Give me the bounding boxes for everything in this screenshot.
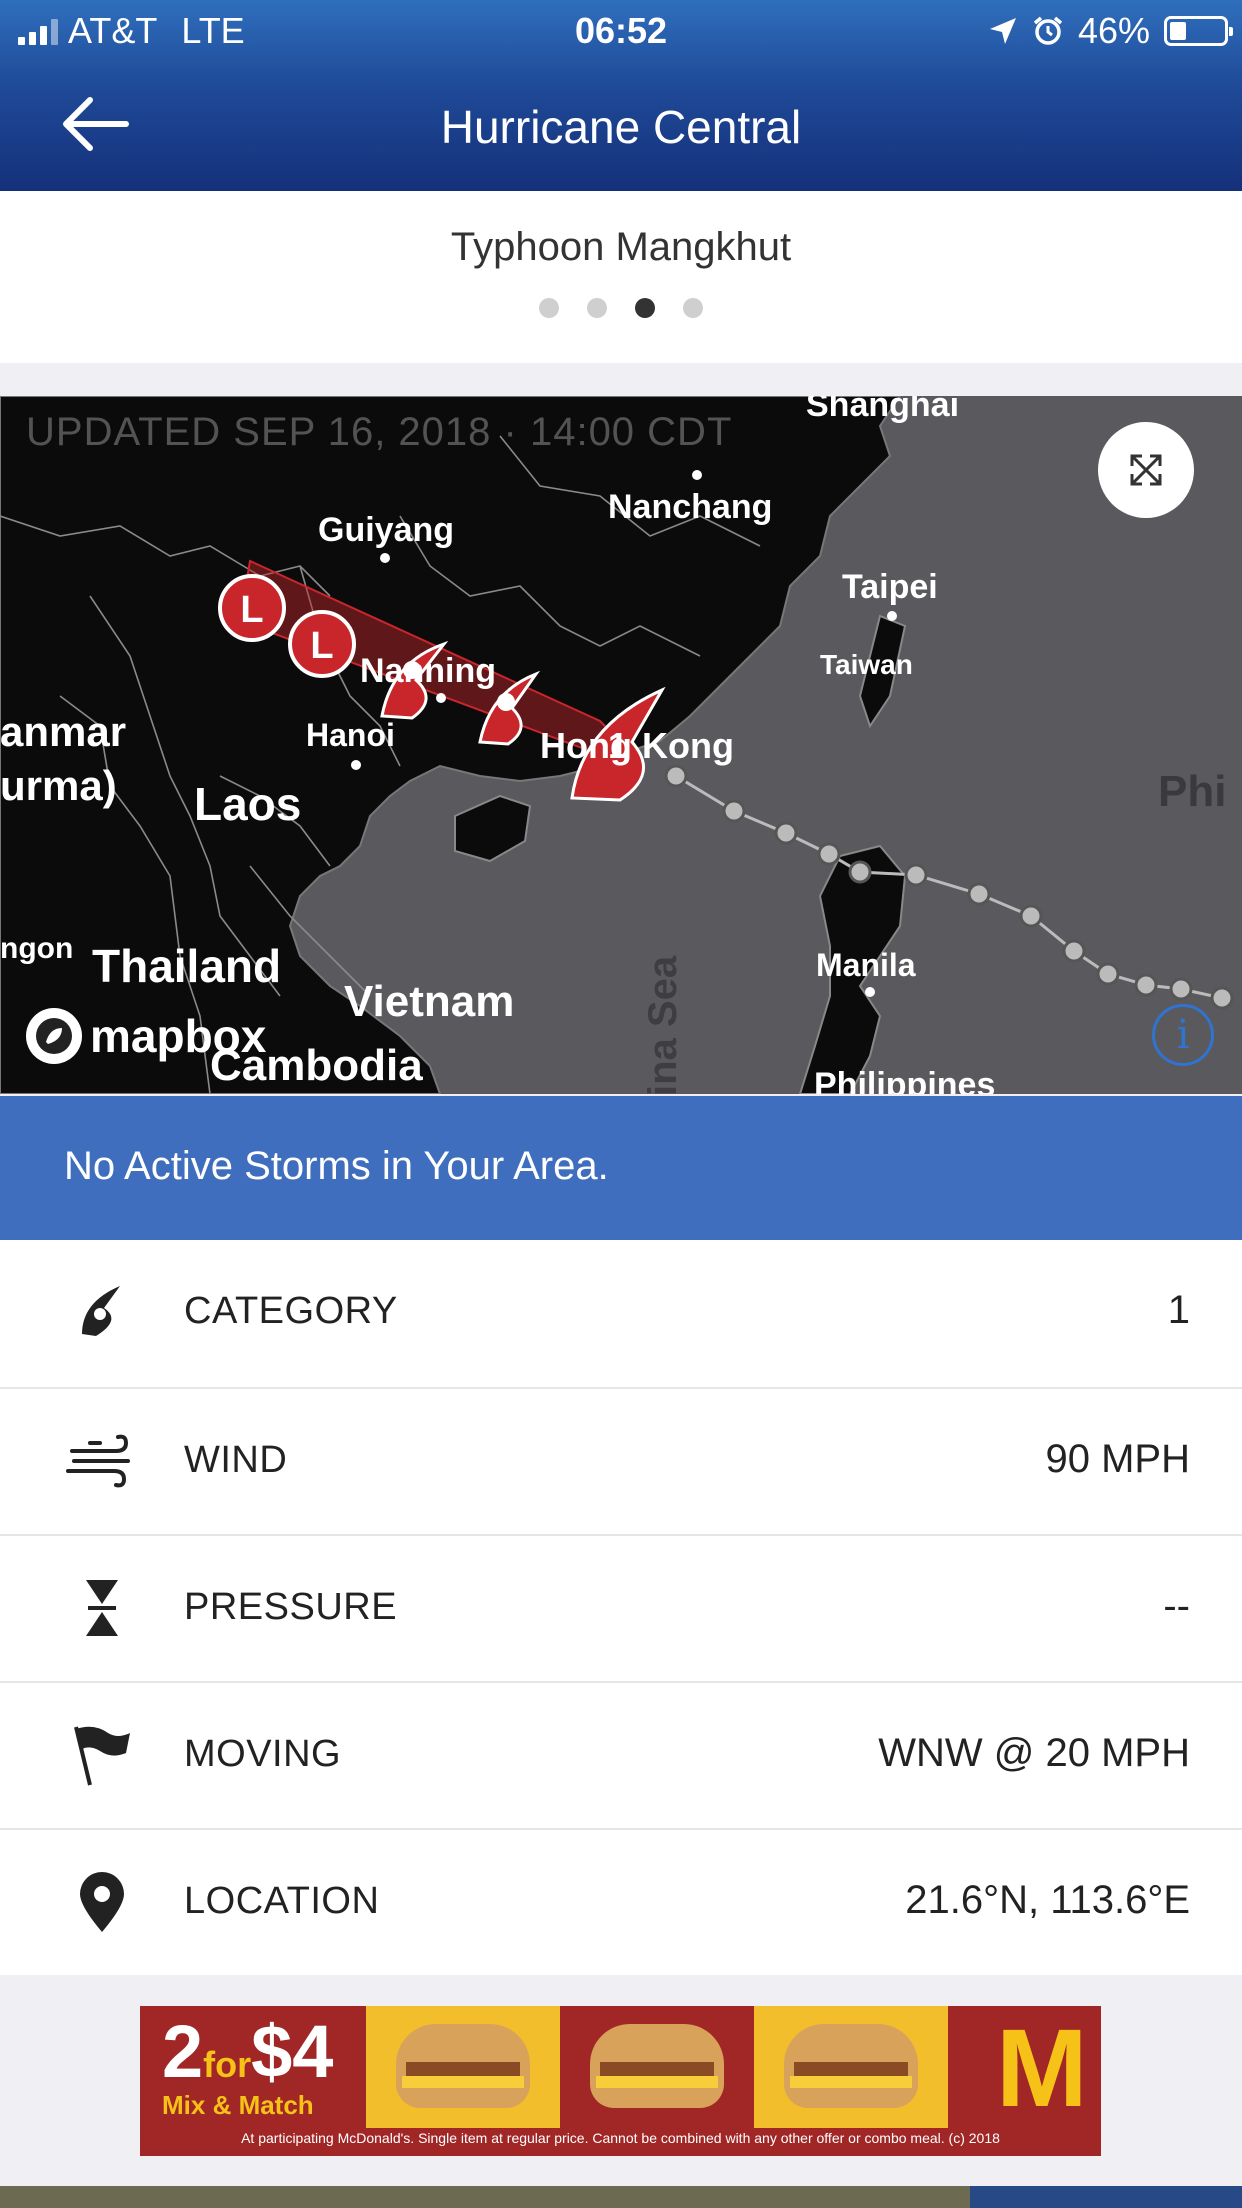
detail-row-location: LOCATION 21.6°N, 113.6°E xyxy=(0,1828,1242,1975)
svg-text:L: L xyxy=(310,625,333,667)
area-alert-banner: No Active Storms in Your Area. xyxy=(0,1096,1242,1240)
wind-icon xyxy=(66,1434,130,1488)
svg-text:Philippines: Philippines xyxy=(814,1066,995,1094)
svg-text:ngon: ngon xyxy=(0,932,73,965)
mapbox-attribution: mapbox xyxy=(90,1010,267,1062)
detail-value: -- xyxy=(1163,1584,1190,1628)
detail-label: PRESSURE xyxy=(184,1586,398,1628)
page-dot-3[interactable] xyxy=(635,298,655,318)
advertisement-banner[interactable]: 2for$4 Mix & Match M At participating Mc… xyxy=(140,2006,1101,2156)
page-title: Hurricane Central xyxy=(440,101,802,153)
detail-row-wind: WIND 90 MPH xyxy=(0,1387,1242,1534)
page-dot-2[interactable] xyxy=(587,298,607,318)
map-canvas[interactable]: L L 1 Shanghai Nanchang Guiyang Taipei T… xyxy=(0,396,1242,1094)
ad-food-image xyxy=(366,2006,560,2128)
svg-text:L: L xyxy=(240,589,263,631)
storm-track-map[interactable]: L L 1 Shanghai Nanchang Guiyang Taipei T… xyxy=(0,396,1242,1094)
battery-percent: 46% xyxy=(1077,10,1150,51)
bottom-content-peek xyxy=(0,2186,1242,2208)
ad-deal-name: Mix & Match xyxy=(162,2090,314,2120)
map-info-button[interactable]: i xyxy=(1152,1004,1214,1066)
status-bar: AT&T LTE 06:52 46% xyxy=(0,0,1242,62)
expand-map-button[interactable] xyxy=(1098,422,1194,518)
top-bar: AT&T LTE 06:52 46% Hurricane Central xyxy=(0,0,1242,191)
location-arrow-icon xyxy=(989,18,1016,44)
ad-food-image xyxy=(560,2006,754,2128)
past-track-line xyxy=(675,774,1223,1000)
svg-text:Laos: Laos xyxy=(194,778,301,830)
map-updated-timestamp: UPDATED SEP 16, 2018 · 14:00 CDT xyxy=(26,410,733,454)
svg-text:Phi: Phi xyxy=(1158,767,1226,816)
detail-row-pressure: PRESSURE -- xyxy=(0,1534,1242,1681)
alert-text: No Active Storms in Your Area. xyxy=(64,1144,609,1188)
svg-text:Nanchang: Nanchang xyxy=(608,488,772,526)
svg-text:Hong Kong: Hong Kong xyxy=(540,725,734,766)
svg-text:Thailand: Thailand xyxy=(92,940,281,992)
nav-bar: Hurricane Central xyxy=(0,62,1242,191)
storm-header: Typhoon Mangkhut xyxy=(0,191,1242,363)
detail-label: WIND xyxy=(184,1439,288,1481)
svg-text:anmar: anmar xyxy=(0,708,126,755)
detail-row-moving: MOVING WNW @ 20 MPH xyxy=(0,1681,1242,1828)
pressure-icon xyxy=(86,1580,118,1636)
svg-text:urma): urma) xyxy=(0,762,117,809)
map-land-hainan xyxy=(454,794,532,863)
detail-value: 1 xyxy=(1167,1288,1190,1332)
flag-icon xyxy=(74,1726,130,1786)
mapbox-icon xyxy=(26,1008,82,1064)
svg-text:Shanghai: Shanghai xyxy=(806,396,959,424)
svg-text:ina Sea: ina Sea xyxy=(641,955,685,1094)
detail-label: MOVING xyxy=(184,1733,342,1775)
storm-name: Typhoon Mangkhut xyxy=(450,225,792,269)
svg-text:Taiwan: Taiwan xyxy=(820,649,913,680)
battery-icon xyxy=(1164,16,1233,46)
svg-text:Nanning: Nanning xyxy=(360,652,496,690)
page-dot-4[interactable] xyxy=(683,298,703,318)
svg-text:Hanoi: Hanoi xyxy=(306,717,395,753)
svg-text:Taipei: Taipei xyxy=(842,568,938,606)
ad-food-image xyxy=(754,2006,948,2128)
alarm-icon xyxy=(1033,16,1063,45)
storm-details-list: CATEGORY 1 WIND 90 MPH PRESSURE -- MOVIN… xyxy=(0,1240,1242,1975)
page-dot-1[interactable] xyxy=(539,298,559,318)
detail-value: WNW @ 20 MPH xyxy=(878,1731,1190,1775)
mcdonalds-logo: M xyxy=(996,2007,1088,2130)
detail-label: LOCATION xyxy=(184,1880,380,1922)
detail-value: 21.6°N, 113.6°E xyxy=(905,1878,1190,1922)
ad-deal-panel: 2for$4 Mix & Match xyxy=(140,2006,366,2128)
expand-icon xyxy=(1130,454,1162,486)
svg-text:Guiyang: Guiyang xyxy=(318,511,454,549)
detail-row-category: CATEGORY 1 xyxy=(0,1240,1242,1387)
hurricane-icon xyxy=(82,1286,120,1336)
svg-text:Manila: Manila xyxy=(816,947,916,983)
page-indicator[interactable] xyxy=(0,298,1242,318)
status-right: 46% xyxy=(988,10,1233,52)
location-pin-icon xyxy=(80,1872,124,1932)
past-track-points xyxy=(664,764,1234,1010)
mapbox-logo[interactable]: mapbox xyxy=(26,1008,266,1064)
detail-label: CATEGORY xyxy=(184,1290,398,1332)
svg-text:Vietnam: Vietnam xyxy=(344,977,514,1026)
detail-value: 90 MPH xyxy=(1045,1437,1191,1481)
ad-fine-print: At participating McDonald's. Single item… xyxy=(241,2130,1000,2146)
